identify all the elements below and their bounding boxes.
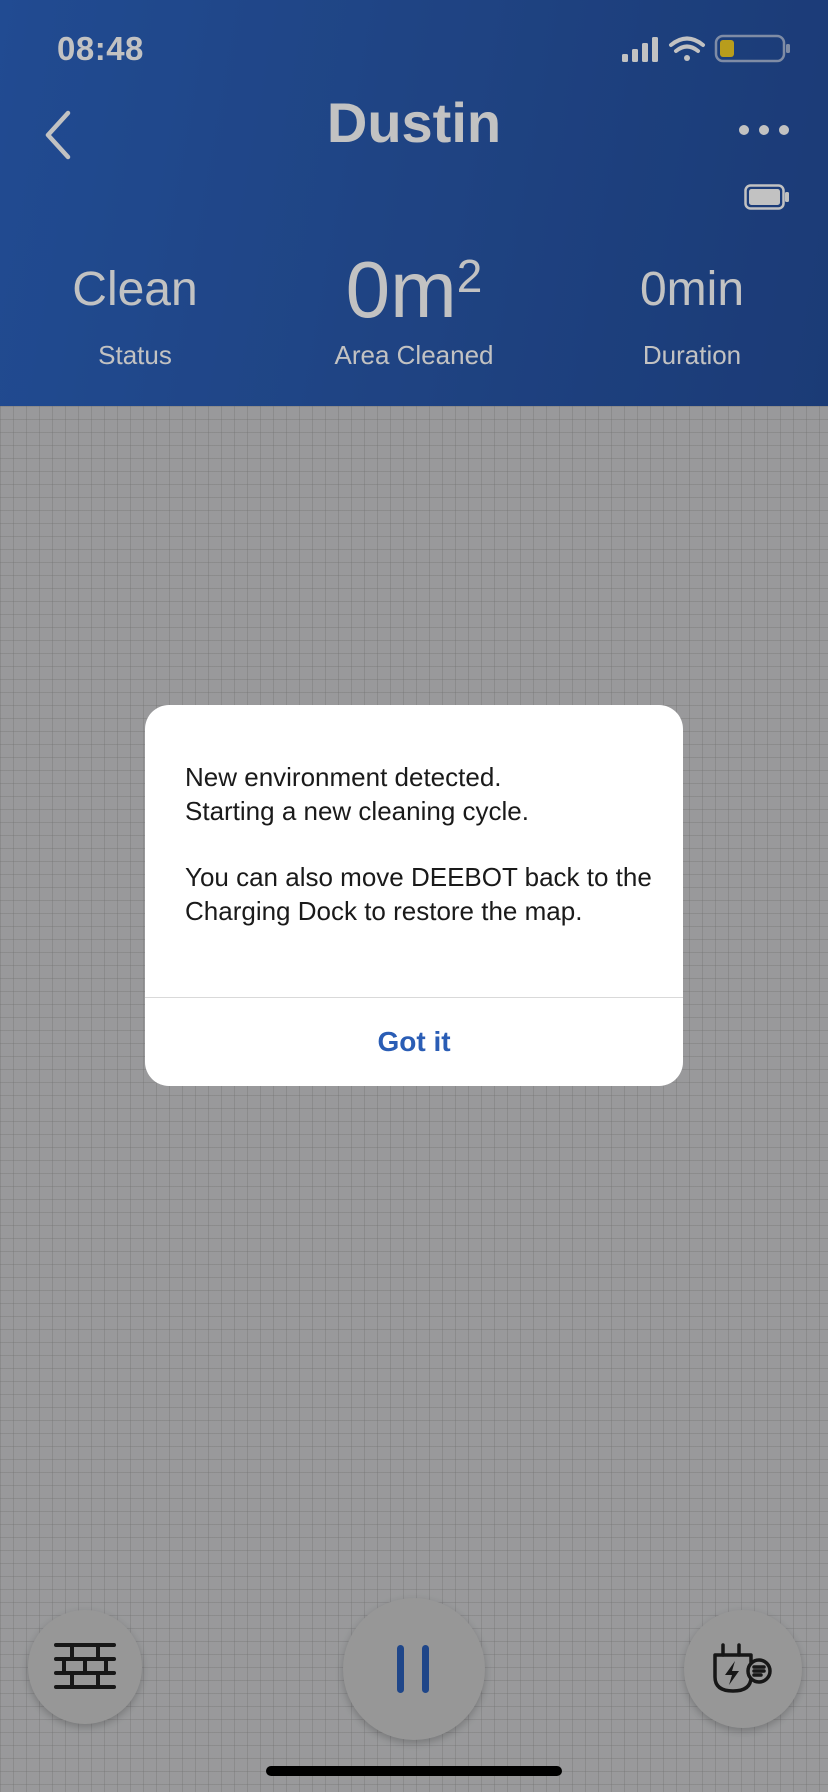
dialog-line-2: Starting a new cleaning cycle. [185,796,529,826]
dialog-message: New environment detected. Starting a new… [185,760,655,928]
alert-dialog: New environment detected. Starting a new… [145,705,683,1086]
dialog-line-3: You can also move DEEBOT back to the Cha… [185,862,652,926]
dialog-line-1: New environment detected. [185,762,502,792]
dialog-message-block-1: New environment detected. Starting a new… [185,760,655,828]
got-it-button[interactable]: Got it [145,998,683,1086]
home-indicator[interactable] [266,1766,562,1776]
